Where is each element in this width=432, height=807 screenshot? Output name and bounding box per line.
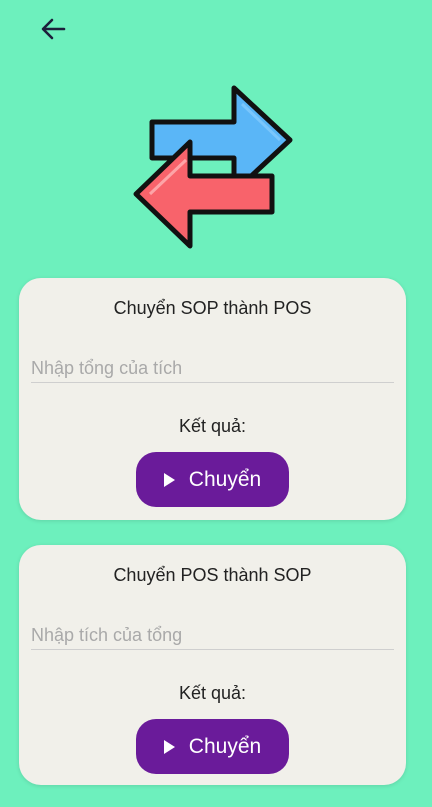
- result-label: Kết quả:: [178, 683, 247, 703]
- swap-arrows-icon: [130, 80, 300, 255]
- sop-to-pos-card: Chuyển SOP thành POS Kết quả: Chuyển: [19, 278, 406, 520]
- convert-sop-to-pos-button[interactable]: Chuyển: [136, 452, 289, 507]
- arrow-left-icon: [41, 18, 66, 40]
- product-of-sums-input[interactable]: [31, 621, 394, 650]
- convert-button-label: Chuyển: [188, 734, 262, 758]
- play-icon: [163, 472, 175, 487]
- card-title: Chuyển SOP thành POS: [113, 298, 312, 318]
- card-title: Chuyển POS thành SOP: [113, 565, 312, 585]
- play-icon: [163, 739, 175, 754]
- pos-to-sop-card: Chuyển POS thành SOP Kết quả: Chuyển: [19, 545, 406, 785]
- result-label: Kết quả:: [178, 416, 247, 436]
- convert-pos-to-sop-button[interactable]: Chuyển: [136, 719, 289, 774]
- sum-of-products-input[interactable]: [31, 354, 394, 383]
- back-button[interactable]: [36, 12, 70, 46]
- convert-button-label: Chuyển: [188, 467, 262, 491]
